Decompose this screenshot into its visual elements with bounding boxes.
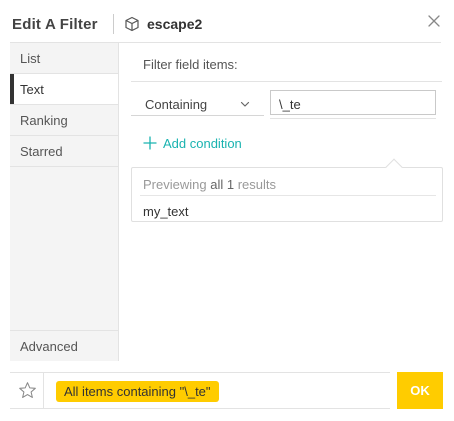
tab-label: Text <box>20 82 44 97</box>
tab-text[interactable]: Text <box>10 74 118 105</box>
tab-list[interactable]: List <box>10 43 118 74</box>
chevron-down-icon <box>240 101 250 107</box>
plus-icon <box>143 136 157 150</box>
tab-label: List <box>20 51 41 66</box>
tab-starred[interactable]: Starred <box>10 136 118 167</box>
filter-summary-bar: All items containing "\_te" <box>10 372 390 409</box>
preview-divider <box>140 195 436 196</box>
filter-summary-chip: All items containing "\_te" <box>56 381 219 402</box>
operator-selected-value: Containing <box>145 97 208 112</box>
preview-result-item: my_text <box>143 204 189 219</box>
tab-label: Advanced <box>20 339 78 354</box>
section-divider <box>131 81 442 82</box>
star-icon <box>19 382 36 398</box>
filter-editor: Filter field items: Containing Add condi… <box>131 43 443 361</box>
close-icon[interactable] <box>425 12 443 30</box>
preview-prefix: Previewing <box>143 177 207 192</box>
active-tab-indicator <box>10 74 14 104</box>
tab-label: Starred <box>20 144 63 159</box>
filter-value-input[interactable] <box>270 90 436 115</box>
ok-button[interactable]: OK <box>397 372 443 409</box>
dialog-title: Edit A Filter <box>12 16 98 33</box>
preview-summary: Previewing all 1 results <box>143 177 276 192</box>
field-name: escape2 <box>147 16 203 32</box>
tab-label: Ranking <box>20 113 68 128</box>
input-underline <box>270 118 436 119</box>
preview-suffix: results <box>237 177 276 192</box>
add-condition-label: Add condition <box>163 135 242 151</box>
add-condition-button[interactable]: Add condition <box>143 133 242 153</box>
cube-icon <box>125 16 139 32</box>
tab-advanced[interactable]: Advanced <box>10 330 118 361</box>
section-label: Filter field items: <box>143 57 238 72</box>
preview-panel: Previewing all 1 results my_text <box>131 158 443 222</box>
header-divider <box>113 14 114 34</box>
dialog-header: Edit A Filter escape2 <box>0 0 454 44</box>
preview-pointer <box>385 158 403 176</box>
preview-count: all 1 <box>210 177 235 192</box>
operator-select[interactable]: Containing <box>131 90 264 116</box>
favorite-button[interactable] <box>10 373 44 409</box>
tab-ranking[interactable]: Ranking <box>10 105 118 136</box>
filter-type-sidebar: List Text Ranking Starred Advanced <box>10 43 119 361</box>
